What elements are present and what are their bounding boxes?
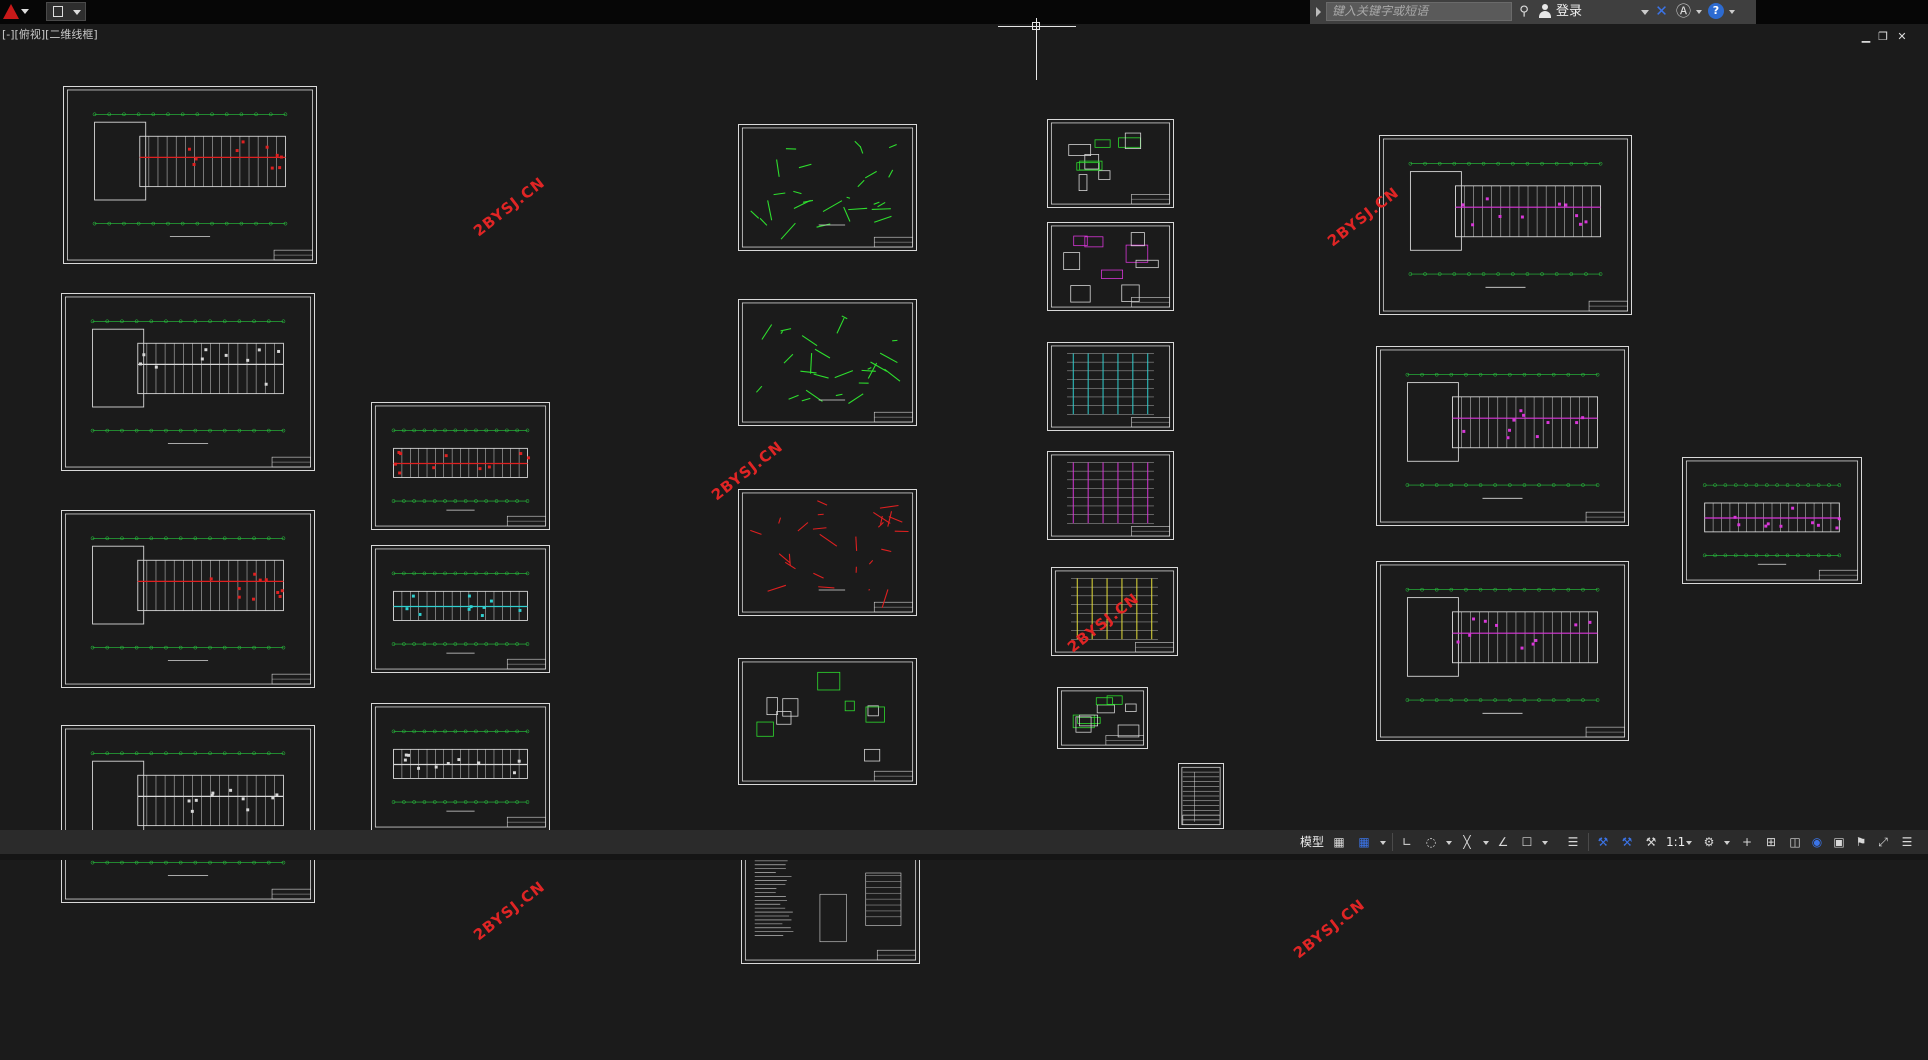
units-icon[interactable]: ⊞ [1762, 833, 1780, 851]
restore-icon[interactable]: ❐ [1877, 31, 1889, 43]
chevron-down-icon[interactable] [1729, 10, 1735, 14]
drawing-sheet[interactable] [1047, 119, 1174, 208]
chevron-down-icon[interactable] [1724, 841, 1730, 845]
exchange-icon[interactable]: ✕ [1653, 3, 1670, 20]
drawing-sheet[interactable] [738, 299, 917, 426]
polar-icon[interactable]: ◌ [1422, 833, 1440, 851]
drawing-sheet[interactable] [738, 658, 917, 785]
clean-screen-icon[interactable]: ⤢ [1874, 833, 1892, 851]
otrack-icon[interactable]: ∠ [1494, 833, 1512, 851]
drawing-sheet[interactable] [1057, 687, 1148, 749]
bottom-strip [0, 854, 1928, 860]
graphics-performance-icon[interactable]: ▣ [1830, 833, 1848, 851]
chevron-down-icon[interactable] [1641, 10, 1649, 15]
chevron-down-icon [73, 10, 81, 15]
drawing-sheet[interactable] [1047, 451, 1174, 540]
crosshair-pickbox [1032, 22, 1040, 30]
drawing-sheet[interactable] [738, 489, 917, 616]
help-icon[interactable]: ? [1708, 3, 1724, 19]
chevron-down-icon[interactable] [1380, 841, 1386, 845]
workspace-gear-icon[interactable]: ⚙ [1700, 833, 1718, 851]
chevron-down-icon[interactable] [1696, 10, 1702, 14]
separator [1392, 833, 1393, 851]
lineweight-icon[interactable]: ☐ [1518, 833, 1536, 851]
autocad-logo-icon[interactable] [0, 0, 30, 24]
infocenter-toolbar: 键入关键字或短语 ⚲ 登录 ✕ Ⓐ ? [1310, 0, 1756, 24]
model-space-button[interactable]: 模型 [1300, 833, 1324, 851]
chevron-down-icon[interactable] [1686, 841, 1692, 845]
ortho-icon[interactable]: ∟ [1398, 833, 1416, 851]
close-icon[interactable]: ✕ [1896, 31, 1908, 43]
viewport-controls-label[interactable]: [-][俯视][二维线框] [2, 28, 98, 42]
separator [1588, 833, 1589, 851]
user-icon [1538, 3, 1552, 20]
watermark-text: 2BYSJ.CN [1290, 895, 1369, 963]
document-icon [53, 6, 63, 17]
annotation-scale-value[interactable]: 1:1 [1666, 833, 1685, 851]
drawing-sheet[interactable] [371, 402, 550, 530]
snap-icon[interactable]: ▦ [1355, 833, 1373, 851]
drawing-sheet[interactable] [1682, 457, 1862, 584]
grid-icon[interactable]: ▦ [1330, 833, 1348, 851]
watermark-text: 2BYSJ.CN [470, 877, 549, 945]
drawing-sheet[interactable] [63, 86, 317, 264]
drawing-sheet[interactable] [61, 725, 315, 903]
search-input[interactable]: 键入关键字或短语 [1326, 2, 1512, 21]
binoculars-icon[interactable]: ⚲ [1516, 4, 1532, 19]
drawing-sheet[interactable] [1379, 135, 1632, 315]
quick-access-toolbar[interactable] [46, 2, 86, 21]
chevron-down-icon[interactable] [1446, 841, 1452, 845]
chevron-down-icon[interactable] [1483, 841, 1489, 845]
autodesk-a360-icon[interactable]: Ⓐ [1675, 3, 1692, 20]
drawing-sheet[interactable] [1178, 763, 1224, 829]
drawing-sheet[interactable] [1047, 342, 1174, 431]
drawing-sheet[interactable] [1376, 346, 1629, 526]
properties-icon[interactable]: ⚑ [1852, 833, 1870, 851]
minimize-icon[interactable]: ▁ [1860, 31, 1872, 43]
drawing-sheet[interactable] [371, 545, 550, 673]
drawing-sheet[interactable] [61, 293, 315, 471]
customize-icon[interactable]: ☰ [1898, 833, 1916, 851]
drawing-sheet[interactable] [1047, 222, 1174, 311]
title-bar: 键入关键字或短语 ⚲ 登录 ✕ Ⓐ ? [0, 0, 1928, 24]
drawing-sheet[interactable] [61, 510, 315, 688]
osnap-icon[interactable]: ╳ [1458, 833, 1476, 851]
isolate-objects-icon[interactable]: ◫ [1786, 833, 1804, 851]
hardware-acceleration-icon[interactable]: ◉ [1808, 833, 1826, 851]
annotation-scale-icon[interactable]: ⚒ [1642, 833, 1660, 851]
login-button[interactable]: 登录 [1556, 3, 1582, 21]
transparency-icon[interactable]: ☰ [1564, 833, 1582, 851]
drawing-sheet[interactable] [1376, 561, 1629, 741]
drawing-sheet[interactable] [371, 703, 550, 831]
drawing-sheet[interactable] [738, 124, 917, 251]
watermark-text: 2BYSJ.CN [470, 173, 549, 241]
chevron-down-icon[interactable] [1542, 841, 1548, 845]
status-bar: 模型 ▦ ▦ ∟ ◌ ╳ ∠ ☐ ☰ ⚒ ⚒ ⚒ 1:1 ⚙ + ⊞ ◫ ◉ ▣… [0, 830, 1928, 854]
auto-scale-icon[interactable]: ⚒ [1618, 833, 1636, 851]
plus-icon[interactable]: + [1738, 833, 1756, 851]
expand-arrow-icon[interactable] [1316, 7, 1321, 17]
annotation-visibility-icon[interactable]: ⚒ [1594, 833, 1612, 851]
